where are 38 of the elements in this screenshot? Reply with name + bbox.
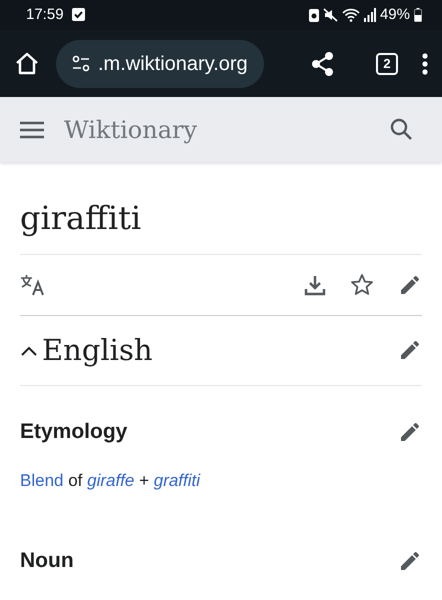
- menu-icon: [20, 120, 44, 140]
- search-icon: [390, 118, 412, 140]
- link[interactable]: graffiti: [154, 470, 200, 490]
- section-heading: Noun: [20, 548, 74, 574]
- more-menu-button[interactable]: [422, 52, 428, 74]
- share-button[interactable]: [310, 50, 336, 76]
- search-button[interactable]: [390, 118, 412, 140]
- chevron-up-icon[interactable]: [20, 344, 38, 356]
- site-title[interactable]: Wiktionary: [64, 112, 198, 148]
- battery-icon: [414, 8, 422, 22]
- language-button[interactable]: [20, 274, 46, 296]
- edit-button[interactable]: [398, 273, 422, 297]
- home-icon: [14, 50, 40, 76]
- address-bar[interactable]: .m.wiktionary.org: [56, 40, 264, 88]
- watch-star-button[interactable]: [350, 273, 374, 297]
- download-button[interactable]: [304, 274, 326, 296]
- etymology-text: Blend of giraffe + graffiti: [20, 470, 202, 492]
- signal-icon: [364, 8, 376, 22]
- pencil-icon: [398, 273, 422, 297]
- page-title: giraffiti: [20, 162, 422, 255]
- language-heading[interactable]: English: [42, 328, 153, 372]
- wifi-icon: [342, 8, 360, 22]
- section-heading: Etymology: [20, 419, 128, 445]
- notification-check-icon: [72, 8, 85, 22]
- tab-count-button[interactable]: 2: [376, 52, 398, 74]
- download-icon: [304, 274, 326, 296]
- menu-button[interactable]: [20, 120, 44, 140]
- link[interactable]: Blend: [20, 470, 64, 490]
- battery-percentage: 49%: [380, 4, 410, 25]
- share-icon: [310, 50, 336, 76]
- status-time: 17:59: [26, 4, 64, 25]
- mute-icon: [322, 8, 338, 22]
- translate-icon: [20, 274, 46, 296]
- link[interactable]: giraffe: [87, 470, 134, 490]
- home-button[interactable]: [14, 50, 40, 76]
- site-settings-icon: [72, 54, 90, 72]
- more-icon: [422, 52, 428, 74]
- star-icon: [350, 273, 374, 297]
